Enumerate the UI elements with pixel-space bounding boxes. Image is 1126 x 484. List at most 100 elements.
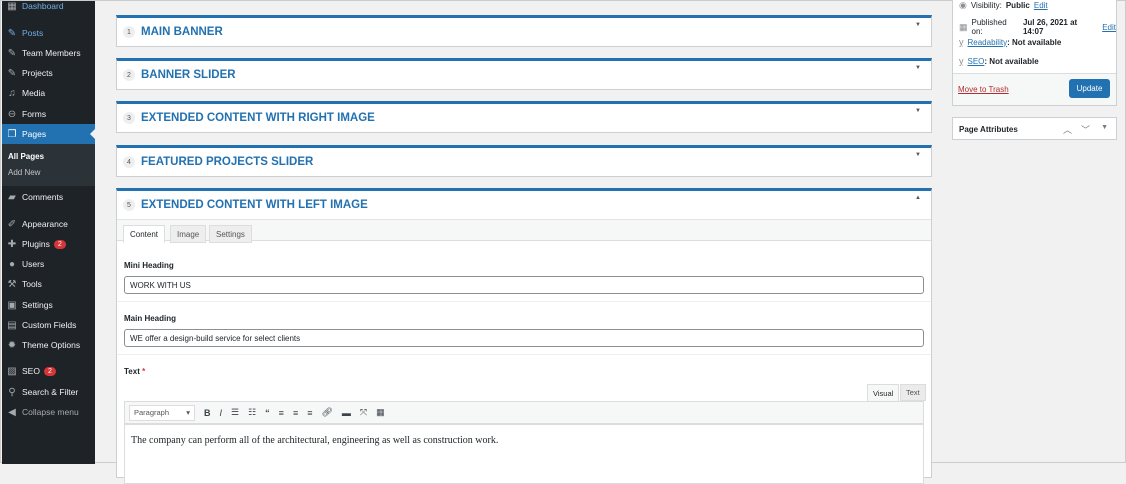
- section-panel[interactable]: 1 MAIN BANNER ▼: [116, 15, 932, 47]
- menu-plugins[interactable]: ✚ Plugins 2: [2, 234, 95, 254]
- bullet-list-icon[interactable]: ☰: [231, 407, 239, 418]
- menu-comments[interactable]: ▰ Comments: [2, 187, 95, 207]
- eye-icon: ◉: [959, 0, 967, 10]
- align-right-icon[interactable]: ≡: [307, 408, 312, 418]
- align-left-icon[interactable]: ≡: [279, 408, 284, 418]
- menu-forms[interactable]: ⊖ Forms: [2, 104, 95, 124]
- move-to-trash-link[interactable]: Move to Trash: [958, 85, 1009, 94]
- tab-image[interactable]: Image: [170, 225, 207, 243]
- menu-theme-options[interactable]: ✹ Theme Options: [2, 335, 95, 355]
- submenu-add-new[interactable]: Add New: [8, 168, 40, 177]
- section-panel[interactable]: 3 EXTENDED CONTENT WITH RIGHT IMAGE ▼: [116, 101, 932, 133]
- media-icon: ♫: [8, 87, 16, 99]
- read-more-icon[interactable]: ▬: [342, 408, 351, 418]
- move-up-icon[interactable]: ︿: [1063, 123, 1072, 136]
- calendar-icon: ▦: [959, 21, 968, 32]
- menu-label: Collapse menu: [22, 407, 79, 417]
- pin-icon: ✎: [7, 47, 17, 59]
- toggle-arrow-icon[interactable]: ▲: [915, 195, 921, 201]
- menu-media[interactable]: ♫ Media: [2, 83, 95, 103]
- section-tabs: Content Image Settings: [117, 219, 931, 243]
- pin-icon: ✎: [7, 27, 17, 39]
- menu-label: Team Members: [22, 48, 81, 58]
- menu-seo[interactable]: ▨ SEO 2: [2, 361, 95, 381]
- bold-icon[interactable]: B: [204, 408, 211, 418]
- link-icon[interactable]: 🔗︎: [321, 407, 332, 418]
- main-heading-label: Main Heading: [124, 314, 177, 323]
- tab-content[interactable]: Content: [123, 225, 166, 243]
- published-label: Published on:: [971, 18, 1007, 36]
- italic-icon[interactable]: I: [220, 408, 223, 418]
- menu-label: Tools: [22, 279, 42, 289]
- menu-projects[interactable]: ✎ Projects: [2, 63, 95, 83]
- section-number: 5: [123, 199, 135, 211]
- settings-icon: ▣: [7, 299, 17, 311]
- menu-search-filter[interactable]: ⚲ Search & Filter: [2, 382, 95, 402]
- edit-date-link[interactable]: Edit: [1102, 23, 1116, 32]
- menu-custom-fields[interactable]: ▤ Custom Fields: [2, 315, 95, 335]
- edit-visibility-link[interactable]: Edit: [1034, 1, 1048, 10]
- comment-icon: ▰: [8, 191, 16, 203]
- menu-label: Forms: [22, 109, 47, 119]
- toggle-arrow-icon[interactable]: ▼: [1101, 124, 1108, 131]
- pin-icon: ✎: [7, 67, 17, 79]
- section-panel[interactable]: 2 BANNER SLIDER ▼: [116, 58, 932, 90]
- yoast-icon: ỵ: [959, 37, 964, 47]
- text-tab[interactable]: Text: [900, 384, 926, 401]
- section-number: 4: [123, 156, 135, 168]
- menu-appearance[interactable]: ✐ Appearance: [2, 214, 95, 234]
- text-editor-content[interactable]: The company can perform all of the archi…: [124, 424, 924, 484]
- menu-tools[interactable]: ⚒ Tools: [2, 274, 95, 294]
- visual-tab[interactable]: Visual: [867, 384, 900, 401]
- section-title[interactable]: EXTENDED CONTENT WITH LEFT IMAGE: [141, 199, 368, 211]
- toggle-arrow-icon[interactable]: ▼: [915, 65, 921, 71]
- align-center-icon[interactable]: ≡: [293, 408, 298, 418]
- menu-users[interactable]: ● Users: [2, 254, 95, 274]
- menu-label: Pages: [22, 129, 47, 139]
- menu-team-members[interactable]: ✎ Team Members: [2, 43, 95, 63]
- mini-heading-input[interactable]: WORK WITH US: [124, 276, 924, 294]
- collapse-icon: ◀: [8, 406, 16, 418]
- tab-settings[interactable]: Settings: [209, 225, 252, 243]
- fields-icon: ▤: [7, 319, 17, 331]
- admin-sidebar: ▦ Dashboard ✎ Posts ✎ Team Members ✎ Project…: [2, 1, 95, 464]
- section-title[interactable]: BANNER SLIDER: [141, 69, 236, 81]
- published-row: ▦ Published on: Jul 26, 2021 at 14:07 Edit: [959, 18, 1116, 36]
- toolbar-toggle-icon[interactable]: ▦: [376, 407, 385, 418]
- editor-toolbar: Paragraph ▾ B I ☰ ☷ “ ≡ ≡ ≡ 🔗︎ ▬ ⤧ ▦: [124, 401, 924, 424]
- text-label-text: Text: [124, 367, 140, 376]
- wrench-icon: ⚒: [7, 278, 17, 290]
- menu-pages[interactable]: ❐ Pages: [2, 124, 95, 144]
- visibility-value: Public: [1005, 1, 1030, 10]
- fullscreen-icon[interactable]: ⤧: [360, 407, 367, 418]
- seo-link[interactable]: SEO: [968, 57, 985, 66]
- menu-collapse[interactable]: ◀ Collapse menu: [2, 402, 95, 422]
- readability-status: : Not available: [1007, 37, 1062, 47]
- menu-label: Search & Filter: [22, 387, 79, 397]
- format-select[interactable]: Paragraph ▾: [129, 404, 195, 421]
- section-panel[interactable]: 4 FEATURED PROJECTS SLIDER ▼: [116, 145, 932, 177]
- section-title[interactable]: FEATURED PROJECTS SLIDER: [141, 156, 313, 168]
- menu-dashboard[interactable]: ▦ Dashboard: [2, 0, 95, 16]
- submenu-all-pages[interactable]: All Pages: [8, 152, 44, 161]
- section-title[interactable]: MAIN BANNER: [141, 26, 223, 38]
- main-heading-input[interactable]: WE offer a design-build service for sele…: [124, 329, 924, 347]
- section-number: 3: [123, 112, 135, 124]
- chevron-down-icon: ▾: [186, 408, 190, 417]
- numbered-list-icon[interactable]: ☷: [248, 407, 256, 418]
- pages-icon: ❐: [7, 128, 17, 140]
- section-title[interactable]: EXTENDED CONTENT WITH RIGHT IMAGE: [141, 112, 375, 124]
- blockquote-icon[interactable]: “: [265, 408, 270, 418]
- menu-label: Settings: [22, 300, 53, 310]
- menu-settings[interactable]: ▣ Settings: [2, 295, 95, 315]
- toggle-arrow-icon[interactable]: ▼: [915, 108, 921, 114]
- update-button[interactable]: Update: [1069, 79, 1110, 98]
- yoast-icon: ▨: [7, 365, 17, 377]
- forms-icon: ⊖: [7, 108, 17, 120]
- move-down-icon[interactable]: ﹀: [1081, 123, 1090, 136]
- toggle-arrow-icon[interactable]: ▼: [915, 152, 921, 158]
- toggle-arrow-icon[interactable]: ▼: [915, 22, 921, 28]
- menu-posts[interactable]: ✎ Posts: [2, 23, 95, 43]
- readability-link[interactable]: Readability: [968, 38, 1008, 47]
- section-panel-expanded: 5 EXTENDED CONTENT WITH LEFT IMAGE ▲ Cont…: [116, 188, 932, 484]
